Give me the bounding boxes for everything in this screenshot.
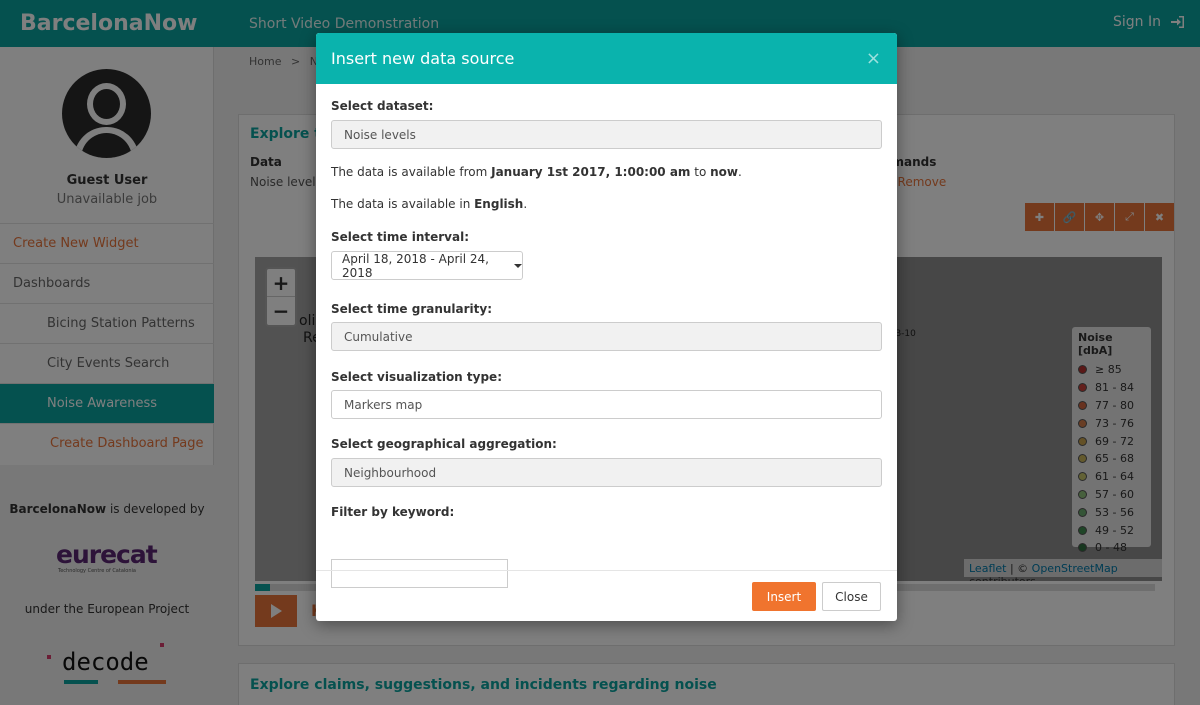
close-button[interactable]: Close [822,582,881,611]
avail-mid: to [690,165,711,179]
modal-header: Insert new data source × [316,33,897,84]
interval-value: April 18, 2018 - April 24, 2018 [342,251,489,280]
language-text: The data is available in English. [331,197,527,211]
granularity-select[interactable]: Cumulative [331,322,882,351]
keyword-label: Filter by keyword: [331,505,455,519]
visualization-label: Select visualization type: [331,370,502,384]
insert-data-source-modal: Insert new data source × Select dataset:… [316,33,897,621]
caret-down-icon [514,263,522,268]
geo-aggregation-label: Select geographical aggregation: [331,437,557,451]
avail-from: January 1st 2017, 1:00:00 am [491,165,691,179]
interval-label: Select time interval: [331,230,470,244]
lang-value: English [474,197,524,211]
time-interval-picker[interactable]: April 18, 2018 - April 24, 2018 [331,251,523,280]
dataset-select[interactable]: Noise levels [331,120,882,149]
granularity-label: Select time granularity: [331,302,493,316]
modal-close-icon[interactable]: × [866,48,881,69]
modal-title: Insert new data source [331,49,515,68]
geo-aggregation-select[interactable]: Neighbourhood [331,458,882,487]
lang-prefix: The data is available in [331,197,475,211]
visualization-select[interactable]: Markers map [331,390,882,419]
dataset-label: Select dataset: [331,99,434,113]
insert-button[interactable]: Insert [752,582,816,611]
avail-end: . [738,165,742,179]
modal-footer: Insert Close [316,570,897,621]
availability-text: The data is available from January 1st 2… [331,165,742,179]
avail-prefix: The data is available from [331,165,492,179]
lang-end: . [523,197,528,211]
avail-to: now [710,165,739,179]
